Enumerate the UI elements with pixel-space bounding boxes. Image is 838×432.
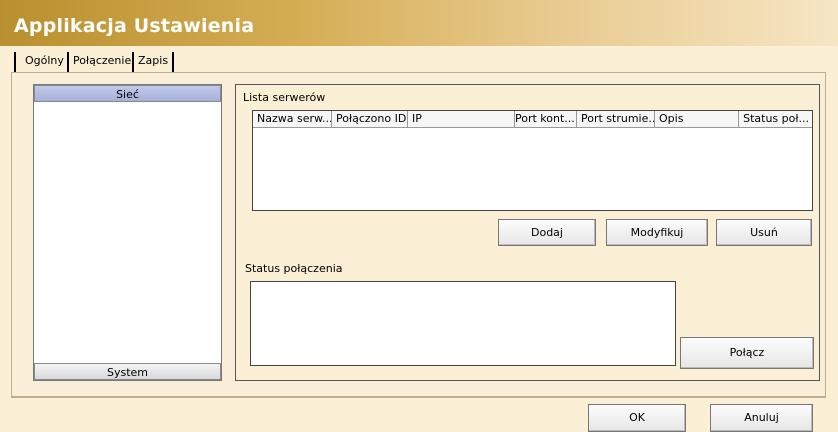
column-header-connected-id[interactable]: Połączono ID	[332, 111, 408, 128]
column-header-server-name[interactable]: Nazwa serw...	[253, 111, 332, 128]
connect-button[interactable]: Połącz	[680, 337, 814, 369]
tab-separator	[67, 52, 69, 72]
tab-separator	[132, 52, 134, 72]
ok-button[interactable]: OK	[588, 404, 686, 432]
column-header-stream-port[interactable]: Port strumie...	[577, 111, 655, 128]
sidebar-item-system[interactable]: System	[34, 363, 221, 380]
server-table[interactable]: Nazwa serw... Połączono ID IP Port kont.…	[252, 110, 813, 211]
connection-status-box[interactable]	[250, 281, 676, 366]
sidebar: Sieć System	[33, 84, 222, 381]
column-header-ip[interactable]: IP	[408, 111, 515, 128]
divider	[11, 397, 826, 398]
sidebar-item-siec[interactable]: Sieć	[34, 85, 221, 102]
connection-status-label: Status połączenia	[245, 262, 343, 275]
tab-strip: Ogólny Połączenie Zapis	[14, 52, 214, 72]
tab-polaczenie[interactable]: Połączenie	[70, 52, 134, 72]
tab-zapis[interactable]: Zapis	[135, 52, 171, 72]
column-header-description[interactable]: Opis	[655, 111, 739, 128]
tab-ogolny[interactable]: Ogólny	[22, 52, 67, 72]
delete-button[interactable]: Usuń	[716, 219, 812, 246]
modify-button[interactable]: Modyfikuj	[606, 219, 708, 246]
cancel-button[interactable]: Anuluj	[710, 404, 813, 432]
tab-separator	[14, 52, 16, 72]
column-header-connection-status[interactable]: Status poł...	[739, 111, 812, 128]
window-title: Applikacja Ustawienia	[14, 15, 255, 37]
add-button[interactable]: Dodaj	[498, 219, 596, 246]
column-header-control-port[interactable]: Port kont...	[515, 111, 577, 128]
server-list-label: Lista serwerów	[243, 91, 326, 104]
tab-separator	[172, 52, 174, 72]
